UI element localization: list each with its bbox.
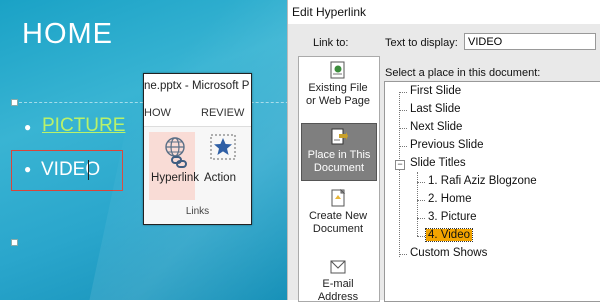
nav-email-address[interactable]: E-mail Address [301, 259, 375, 303]
nav-label-line2: or Web Page [305, 94, 370, 107]
tree-item-slide[interactable]: 2. Home [428, 193, 471, 205]
action-button-label[interactable]: Action [204, 172, 236, 184]
nav-label-line1: Create New [308, 210, 368, 222]
select-place-label: Select a place in this document: [385, 67, 541, 79]
hyperlink-button[interactable]: Hyperlink [149, 132, 199, 200]
collapse-toggle[interactable]: − [395, 160, 405, 170]
tree-connector [399, 146, 407, 147]
tree-connector [417, 236, 425, 237]
nav-existing-file-or-web-page[interactable]: Existing File or Web Page [301, 61, 375, 113]
text-to-display-label: Text to display: [385, 37, 458, 49]
web-page-icon [330, 61, 345, 79]
tab-show[interactable]: HOW [144, 107, 171, 119]
tree-connector [417, 182, 425, 183]
tree-item-previous-slide[interactable]: Previous Slide [410, 139, 484, 151]
nav-label-line2: Document [313, 161, 365, 174]
tree-connector [399, 92, 407, 93]
resize-handle[interactable] [11, 99, 18, 106]
new-document-icon [331, 189, 346, 207]
tree-item-slide[interactable]: 1. Rafi Aziz Blogzone [428, 175, 537, 187]
nav-label-line2: Document [312, 222, 364, 235]
text-cursor [88, 160, 89, 180]
place-tree[interactable]: First Slide Last Slide Next Slide Previo… [384, 81, 600, 302]
tree-item-next-slide[interactable]: Next Slide [410, 121, 462, 133]
video-text[interactable]: VIDEO [41, 159, 100, 181]
tree-item-last-slide[interactable]: Last Slide [410, 103, 461, 115]
tree-item-slide[interactable]: 3. Picture [428, 211, 477, 223]
globe-link-icon [165, 137, 187, 168]
bullet-dot: ● [24, 120, 32, 134]
picture-hyperlink-text[interactable]: PICTURE [42, 115, 125, 137]
tree-connector [399, 254, 407, 255]
email-icon [330, 260, 346, 274]
place-in-document-icon [331, 128, 348, 145]
nav-label-line1: E-mail [322, 278, 354, 290]
tab-review[interactable]: REVIEW [201, 107, 244, 119]
link-to-panel: Existing File or Web Page Place in This … [298, 56, 380, 303]
dialog-title: Edit Hyperlink [292, 5, 367, 19]
tree-connector [417, 200, 425, 201]
edit-hyperlink-dialog: Edit Hyperlink Link to: Existing File or… [287, 0, 600, 303]
ribbon-zoom-popup: ne.pptx - Microsoft P HOW REVIEW Hyperli… [143, 73, 252, 225]
dialog-titlebar[interactable]: Edit Hyperlink [288, 0, 600, 24]
links-group-label: Links [185, 206, 210, 217]
star-action-icon [210, 134, 236, 160]
tree-connector [399, 110, 407, 111]
ribbon-links-group: Hyperlink Action Links [144, 126, 251, 224]
text-to-display-input[interactable] [464, 33, 596, 50]
nav-label-line1: Existing File [308, 82, 368, 94]
tree-connector [417, 218, 425, 219]
tree-connector [399, 128, 407, 129]
tree-connector [399, 92, 400, 257]
ribbon-tabs: HOW REVIEW [144, 107, 251, 123]
tree-item-first-slide[interactable]: First Slide [410, 85, 461, 97]
nav-label-line2: Address [317, 290, 359, 303]
window-title: ne.pptx - Microsoft P [144, 80, 250, 92]
link-to-label: Link to: [313, 37, 349, 49]
hyperlink-label: Hyperlink [151, 172, 199, 184]
nav-label-line1: Place in This [307, 149, 371, 161]
nav-create-new-document[interactable]: Create New Document [301, 189, 375, 241]
tree-item-slide-titles[interactable]: Slide Titles [410, 157, 466, 169]
tree-item-custom-shows[interactable]: Custom Shows [410, 247, 487, 259]
slide-title[interactable]: HOME [22, 18, 113, 51]
resize-handle[interactable] [11, 239, 18, 246]
tree-item-slide-selected[interactable]: 4. Video [425, 228, 473, 242]
nav-place-in-this-document[interactable]: Place in This Document [301, 123, 377, 181]
